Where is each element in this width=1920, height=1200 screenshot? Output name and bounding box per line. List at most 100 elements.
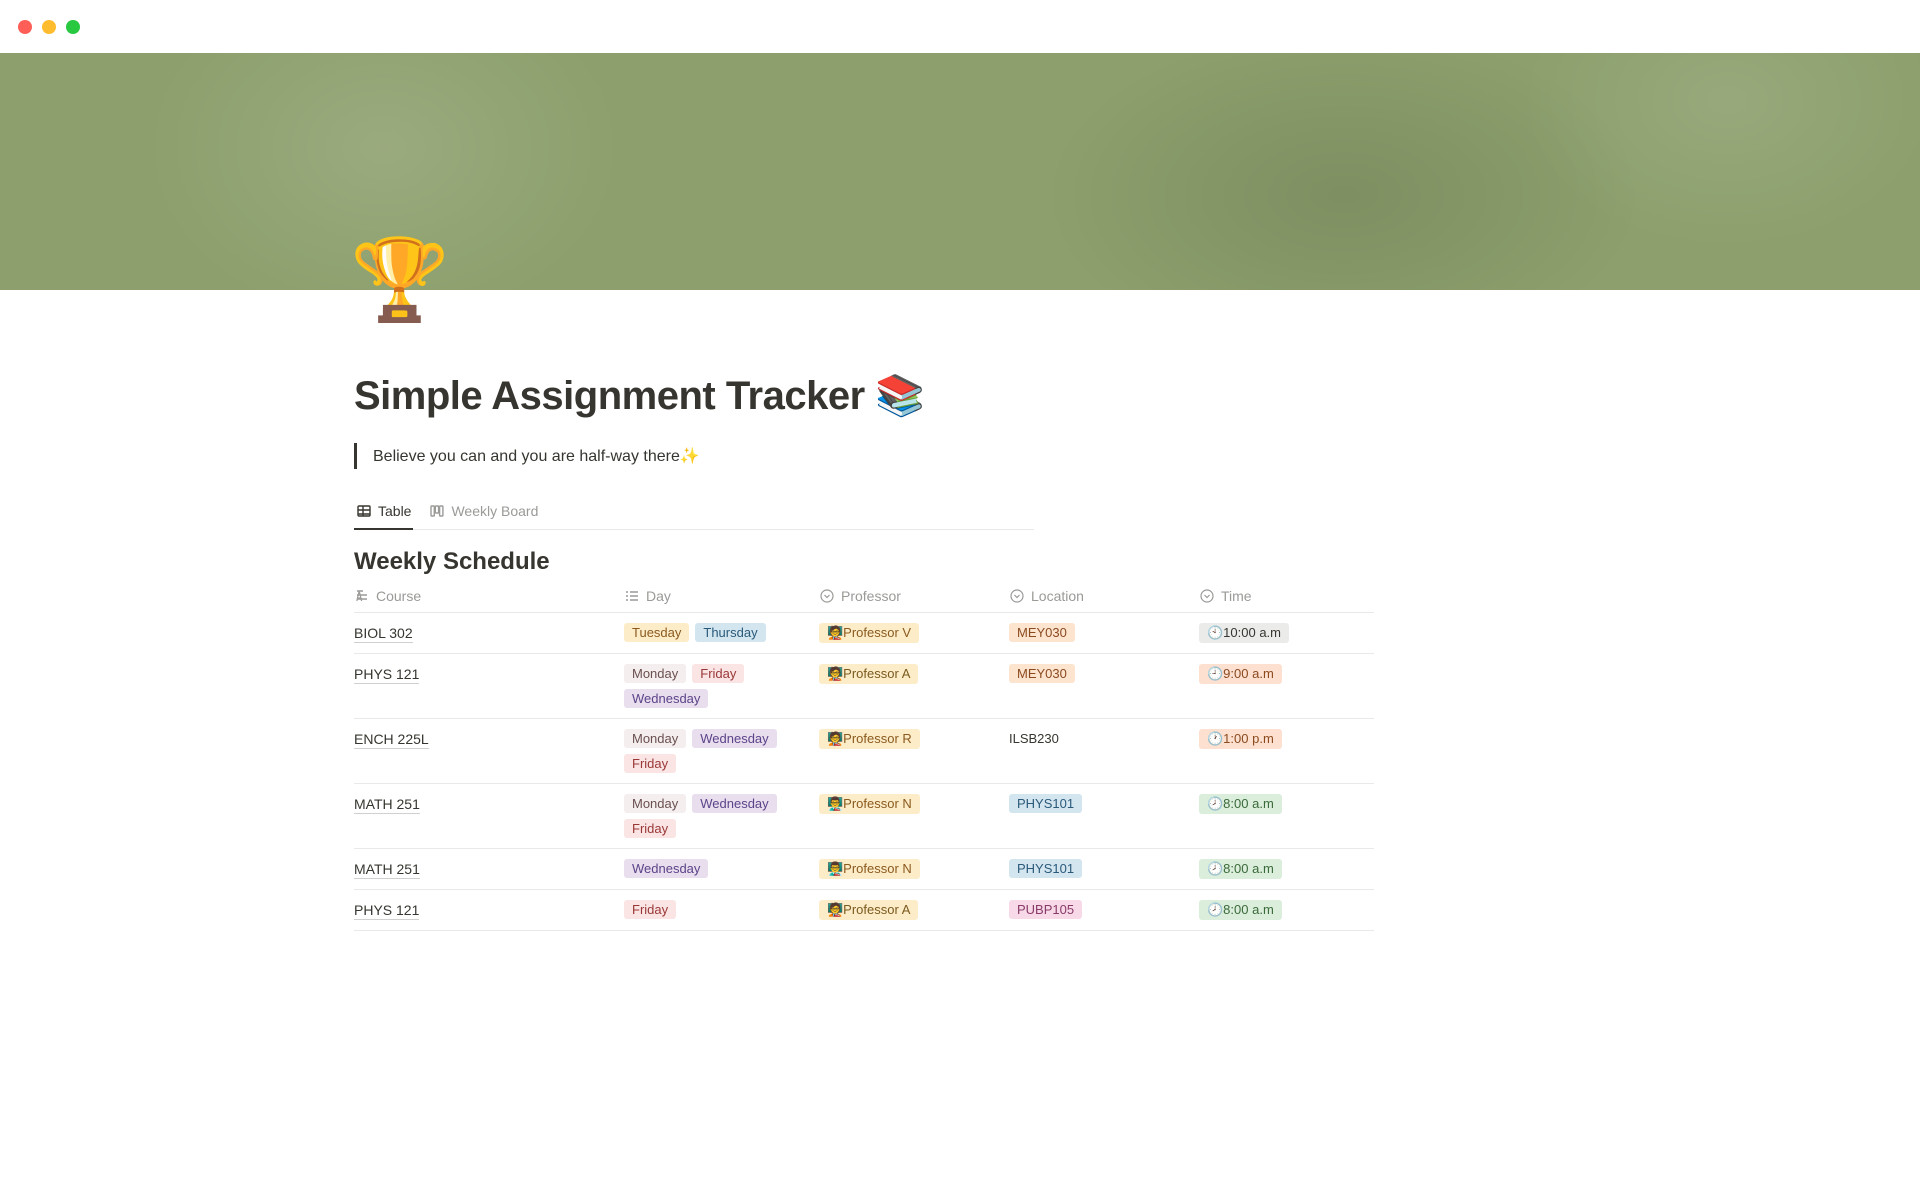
cell-course[interactable]: MATH 251	[354, 857, 624, 881]
col-header-course-label: Course	[376, 588, 421, 604]
table-row[interactable]: ENCH 225L Monday Wednesday Friday 🧑‍🏫Profess…	[354, 719, 1374, 784]
day-tag: Friday	[624, 819, 676, 838]
cell-location[interactable]: PHYS101	[1009, 857, 1199, 881]
professor-tag: 👨‍🏫Professor N	[819, 859, 920, 879]
cell-location[interactable]: PHYS101	[1009, 792, 1199, 840]
time-tag: 🕗8:00 a.m	[1199, 794, 1282, 814]
day-tag: Thursday	[695, 623, 765, 642]
cell-time[interactable]: 🕗8:00 a.m	[1199, 898, 1374, 922]
cell-location[interactable]: MEY030	[1009, 621, 1199, 645]
cell-course[interactable]: MATH 251	[354, 792, 624, 840]
col-header-location[interactable]: Location	[1009, 588, 1199, 604]
day-tag: Wednesday	[692, 729, 776, 748]
cell-day[interactable]: Monday Wednesday Friday	[624, 727, 819, 775]
col-header-professor[interactable]: Professor	[819, 588, 1009, 604]
cell-location[interactable]: MEY030	[1009, 662, 1199, 710]
location-tag: PHYS101	[1009, 859, 1082, 878]
quote-text: Believe you can and you are half-way the…	[373, 446, 700, 466]
cell-location[interactable]: ILSB230	[1009, 727, 1199, 775]
cell-day[interactable]: Wednesday	[624, 857, 819, 881]
time-tag: 🕐1:00 p.m	[1199, 729, 1282, 749]
col-header-location-label: Location	[1031, 588, 1084, 604]
cell-course[interactable]: PHYS 121	[354, 662, 624, 710]
course-name: ENCH 225L	[354, 731, 429, 749]
cell-course[interactable]: ENCH 225L	[354, 727, 624, 775]
cell-professor[interactable]: 🧑‍🏫Professor A	[819, 662, 1009, 710]
col-header-professor-label: Professor	[841, 588, 901, 604]
professor-tag: 🧑‍🏫Professor A	[819, 664, 918, 684]
window-minimize-button[interactable]	[42, 20, 56, 34]
cell-professor[interactable]: 👨‍🏫Professor N	[819, 792, 1009, 840]
table-row[interactable]: MATH 251 MondayWednesdayFriday👨‍🏫Professo…	[354, 784, 1374, 849]
cell-day[interactable]: Friday	[624, 898, 819, 922]
cell-professor[interactable]: 👨‍🏫Professor N	[819, 857, 1009, 881]
quote-block[interactable]: Believe you can and you are half-way the…	[354, 443, 1920, 469]
location-tag: MEY030	[1009, 623, 1075, 642]
cell-time[interactable]: 🕗8:00 a.m	[1199, 857, 1374, 881]
page-content: Simple Assignment Tracker 📚 Believe you …	[0, 290, 1920, 931]
day-tag: Friday	[624, 754, 676, 773]
course-name: MATH 251	[354, 796, 420, 814]
day-tag: Monday	[624, 729, 686, 748]
cell-day[interactable]: MondayWednesdayFriday	[624, 792, 819, 840]
tab-weekly-board[interactable]: Weekly Board	[427, 497, 540, 529]
day-tag: Monday	[624, 664, 686, 683]
table-header-row: Course Day Professor Location	[354, 588, 1374, 613]
cell-course[interactable]: BIOL 302	[354, 621, 624, 645]
cell-location[interactable]: PUBP105	[1009, 898, 1199, 922]
table-row[interactable]: BIOL 302 TuesdayThursday🧑‍🏫Professor VMEY…	[354, 613, 1374, 654]
col-header-time-label: Time	[1221, 588, 1252, 604]
col-header-course[interactable]: Course	[354, 588, 624, 604]
professor-tag: 🧑‍🏫Professor R	[819, 729, 920, 749]
cell-day[interactable]: Monday Friday Wednesday	[624, 662, 819, 710]
day-tag: Wednesday	[624, 859, 708, 878]
day-tag: Friday	[624, 900, 676, 919]
time-tag: 🕘9:00 a.m	[1199, 664, 1282, 684]
select-property-icon	[819, 588, 835, 604]
col-header-time[interactable]: Time	[1199, 588, 1374, 604]
page-title[interactable]: Simple Assignment Tracker 📚	[354, 372, 1920, 419]
cell-professor[interactable]: 🧑‍🏫Professor A	[819, 898, 1009, 922]
course-name: PHYS 121	[354, 902, 419, 920]
cell-course[interactable]: PHYS 121	[354, 898, 624, 922]
location-tag: MEY030	[1009, 664, 1075, 683]
location-tag: PHYS101	[1009, 794, 1082, 813]
window-titlebar	[0, 0, 1920, 53]
location-tag: PUBP105	[1009, 900, 1082, 919]
day-tag: Monday	[624, 794, 686, 813]
tab-label: Weekly Board	[451, 503, 538, 519]
cell-time[interactable]: 🕗8:00 a.m	[1199, 792, 1374, 840]
col-header-day[interactable]: Day	[624, 588, 819, 604]
table-row[interactable]: MATH 251Wednesday 👨‍🏫Professor N PHYS101 🕗8…	[354, 849, 1374, 890]
cover-image[interactable]	[0, 53, 1920, 290]
professor-tag: 👨‍🏫Professor N	[819, 794, 920, 814]
quote-bar	[354, 443, 357, 469]
col-header-day-label: Day	[646, 588, 671, 604]
cell-day[interactable]: TuesdayThursday	[624, 621, 819, 645]
window-close-button[interactable]	[18, 20, 32, 34]
table-row[interactable]: PHYS 121 Friday 🧑‍🏫Professor APUBP105 🕗8:00…	[354, 890, 1374, 931]
course-name: PHYS 121	[354, 666, 419, 684]
board-view-icon	[429, 503, 445, 519]
tab-label: Table	[378, 503, 411, 519]
day-tag: Friday	[692, 664, 744, 683]
select-property-icon	[1199, 588, 1215, 604]
cell-professor[interactable]: 🧑‍🏫Professor V	[819, 621, 1009, 645]
select-property-icon	[1009, 588, 1025, 604]
view-tabs: Table Weekly Board	[354, 497, 1034, 530]
section-title[interactable]: Weekly Schedule	[354, 548, 1920, 576]
table-row[interactable]: PHYS 121 Monday Friday Wednesday 🧑‍🏫Professo…	[354, 654, 1374, 719]
page-icon[interactable]: 🏆	[350, 240, 450, 320]
time-tag: 🕗8:00 a.m	[1199, 900, 1282, 920]
window-zoom-button[interactable]	[66, 20, 80, 34]
course-name: BIOL 302	[354, 625, 413, 643]
cell-time[interactable]: 🕙10:00 a.m	[1199, 621, 1374, 645]
time-tag: 🕙10:00 a.m	[1199, 623, 1289, 643]
cell-professor[interactable]: 🧑‍🏫Professor R	[819, 727, 1009, 775]
cell-time[interactable]: 🕐1:00 p.m	[1199, 727, 1374, 775]
tab-table[interactable]: Table	[354, 497, 413, 529]
schedule-table: Course Day Professor Location	[354, 588, 1374, 931]
day-tag: Wednesday	[624, 689, 708, 708]
table-view-icon	[356, 503, 372, 519]
cell-time[interactable]: 🕘9:00 a.m	[1199, 662, 1374, 710]
